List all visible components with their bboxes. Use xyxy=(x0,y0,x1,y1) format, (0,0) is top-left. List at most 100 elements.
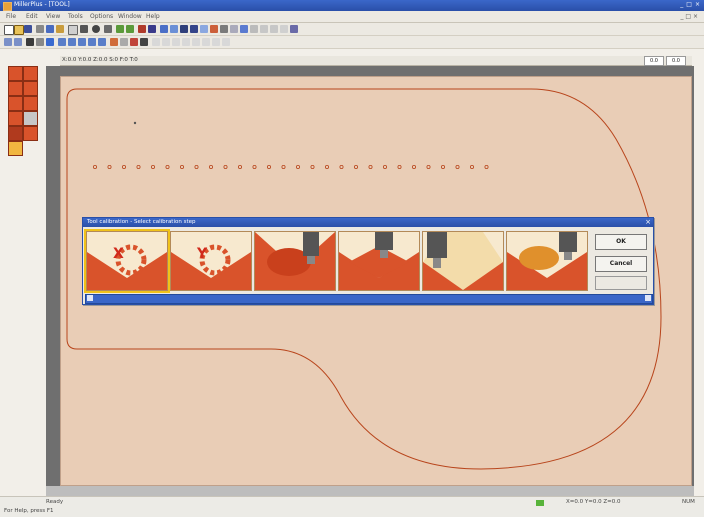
select-icon[interactable] xyxy=(140,38,148,46)
save-icon[interactable] xyxy=(24,25,32,33)
snap-icon[interactable] xyxy=(120,38,128,46)
dialog-scrollbar[interactable] xyxy=(85,294,653,304)
mirror-icon[interactable] xyxy=(202,38,210,46)
tile-x-axis[interactable]: X xyxy=(84,229,170,293)
zoom-out-icon[interactable] xyxy=(14,38,22,46)
view-top-icon[interactable] xyxy=(58,38,66,46)
view-rotate-icon[interactable] xyxy=(98,38,106,46)
menu-file[interactable]: File xyxy=(6,13,16,20)
sphere-tool-icon[interactable] xyxy=(23,111,38,126)
coordinate-box-1[interactable]: 0.0 xyxy=(644,56,664,66)
offset-icon[interactable] xyxy=(222,38,230,46)
zoom-in-icon[interactable] xyxy=(4,38,12,46)
curve-icon[interactable] xyxy=(260,25,268,33)
document-tool-icon[interactable] xyxy=(8,141,23,156)
tile-y-axis[interactable]: Y xyxy=(170,231,252,291)
probe-icon[interactable] xyxy=(220,25,228,33)
draw-icon[interactable] xyxy=(110,38,118,46)
arrow-icon[interactable] xyxy=(240,25,248,33)
dialog-close-icon[interactable]: × xyxy=(645,218,651,226)
rotate-icon[interactable] xyxy=(212,38,220,46)
tool-icon[interactable] xyxy=(138,25,146,33)
pocket-tool-icon[interactable] xyxy=(8,81,23,96)
drill-hole xyxy=(151,165,156,170)
coordinate-bar: X:0.0 Y:0.0 Z:0.0 S:0 F:0 T:0 0.0 0.0 xyxy=(60,56,692,66)
machine-status-icon xyxy=(536,500,544,506)
zoom-extents-icon[interactable] xyxy=(26,38,34,46)
horizontal-scrollbar[interactable] xyxy=(46,486,694,496)
menu-tools[interactable]: Tools xyxy=(68,13,83,20)
align-bottom-icon[interactable] xyxy=(182,38,190,46)
measure-icon[interactable] xyxy=(210,25,218,33)
engrave-tool-icon[interactable] xyxy=(8,96,23,111)
menu-options[interactable]: Options xyxy=(90,13,113,20)
view-side-icon[interactable] xyxy=(78,38,86,46)
new-file-icon[interactable] xyxy=(4,25,14,35)
saw-tool-icon[interactable] xyxy=(8,111,23,126)
fit-icon[interactable] xyxy=(46,38,54,46)
table-icon[interactable] xyxy=(180,25,188,33)
spline-icon[interactable] xyxy=(270,25,278,33)
menu-help[interactable]: Help xyxy=(146,13,160,20)
help-icon[interactable] xyxy=(148,25,156,33)
drill-hole xyxy=(266,165,271,170)
align-left-icon[interactable] xyxy=(152,38,160,46)
list-icon[interactable] xyxy=(190,25,198,33)
cancel-button[interactable]: Cancel xyxy=(595,256,647,272)
view-icon[interactable] xyxy=(200,25,208,33)
view-front-icon[interactable] xyxy=(68,38,76,46)
mill-tool-icon[interactable] xyxy=(23,66,38,81)
view-iso-icon[interactable] xyxy=(88,38,96,46)
undo-icon[interactable] xyxy=(68,25,78,35)
drill-hole xyxy=(353,165,358,170)
pan-icon[interactable] xyxy=(36,38,44,46)
drill-tool-icon[interactable] xyxy=(8,66,23,81)
align-right-icon[interactable] xyxy=(162,38,170,46)
window-title: MillerPlus - [TOOL] xyxy=(14,1,70,8)
tile-z-touch-red[interactable] xyxy=(254,231,336,291)
maximize-button[interactable]: □ xyxy=(686,1,692,8)
paste-icon[interactable] xyxy=(56,25,64,33)
open-file-icon[interactable] xyxy=(14,25,24,35)
line-icon[interactable] xyxy=(230,25,238,33)
scroll-right-icon[interactable] xyxy=(645,295,651,301)
scroll-left-icon[interactable] xyxy=(87,295,93,301)
coordinate-box-2[interactable]: 0.0 xyxy=(666,56,686,66)
menu-window[interactable]: Window xyxy=(118,13,142,20)
scale-icon[interactable] xyxy=(280,25,288,33)
grid-icon[interactable] xyxy=(170,25,178,33)
tile-z-touch-yellow[interactable] xyxy=(422,231,504,291)
origin-marker xyxy=(133,121,137,125)
tile-z-touch-orange[interactable] xyxy=(506,231,588,291)
print-icon[interactable] xyxy=(80,25,88,33)
settings-icon[interactable] xyxy=(92,25,100,33)
copy-icon[interactable] xyxy=(46,25,54,33)
check-icon[interactable] xyxy=(116,25,124,33)
check-all-icon[interactable] xyxy=(126,25,134,33)
drill-hole xyxy=(397,165,402,170)
tile-z-touch-red-2[interactable] xyxy=(338,231,420,291)
mdi-controls[interactable]: _ □ × xyxy=(680,13,698,20)
layer-icon[interactable] xyxy=(160,25,168,33)
menu-view[interactable]: View xyxy=(46,13,60,20)
drill-hole xyxy=(180,165,185,170)
status-coordinates: X=0.0 Y=0.0 Z=0.0 xyxy=(566,499,621,505)
drill-hole xyxy=(281,165,286,170)
node-icon[interactable] xyxy=(290,25,298,33)
distribute-icon[interactable] xyxy=(192,38,200,46)
ok-button[interactable]: OK xyxy=(595,234,647,250)
machine-icon[interactable] xyxy=(104,25,112,33)
hinge-tool-icon[interactable] xyxy=(23,126,38,141)
contour-tool-icon[interactable] xyxy=(23,81,38,96)
vcut-tool-icon[interactable] xyxy=(23,96,38,111)
minimize-button[interactable]: _ xyxy=(680,1,683,8)
drill-hole xyxy=(223,165,228,170)
close-button[interactable]: × xyxy=(695,1,700,8)
align-top-icon[interactable] xyxy=(172,38,180,46)
pen-icon[interactable] xyxy=(250,25,258,33)
cut-icon[interactable] xyxy=(36,25,44,33)
marker-icon[interactable] xyxy=(130,38,138,46)
drill-hole xyxy=(411,165,416,170)
menu-edit[interactable]: Edit xyxy=(26,13,38,20)
macro-tool-icon[interactable] xyxy=(8,126,23,141)
